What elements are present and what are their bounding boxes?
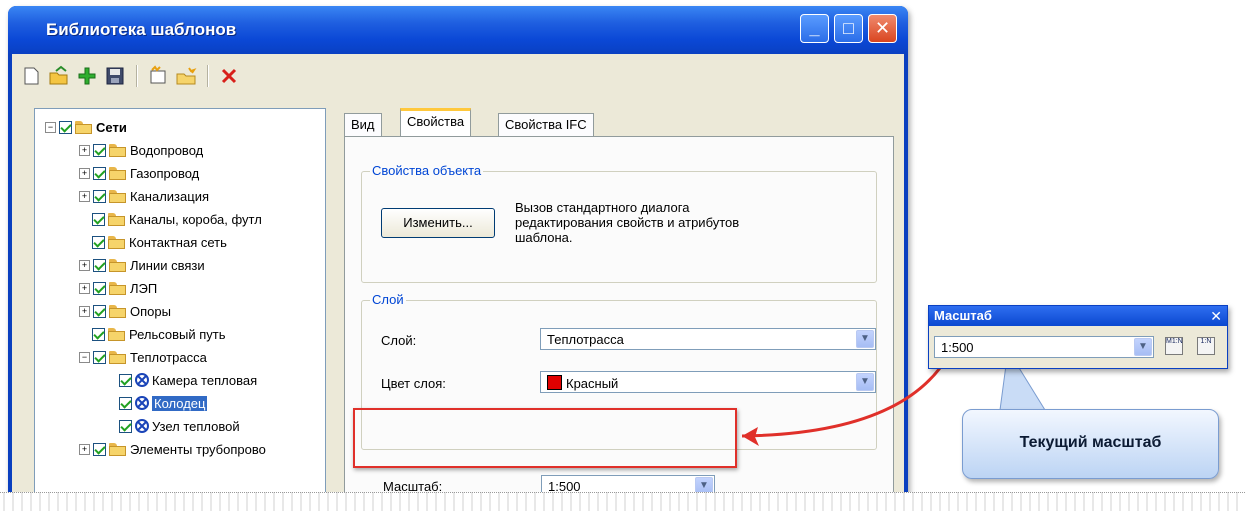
- callout-text: Текущий масштаб: [1019, 434, 1162, 451]
- current-scale-value: 1:500: [941, 340, 974, 355]
- callout-box: Текущий масштаб: [962, 409, 1219, 479]
- scale-button-1[interactable]: M1:N: [1165, 337, 1183, 355]
- chevron-down-icon[interactable]: ▼: [1134, 338, 1152, 356]
- close-icon[interactable]: ✕: [1210, 306, 1222, 326]
- torn-edge: [0, 492, 1245, 511]
- scale-toolbar-window: Масштаб ✕ 1:500 ▼ M1:N 1:N: [928, 305, 1228, 369]
- scale-toolbar-title[interactable]: Масштаб: [929, 306, 1227, 326]
- scale-button-2[interactable]: 1:N: [1197, 337, 1215, 355]
- current-scale-select[interactable]: 1:500 ▼: [934, 336, 1154, 358]
